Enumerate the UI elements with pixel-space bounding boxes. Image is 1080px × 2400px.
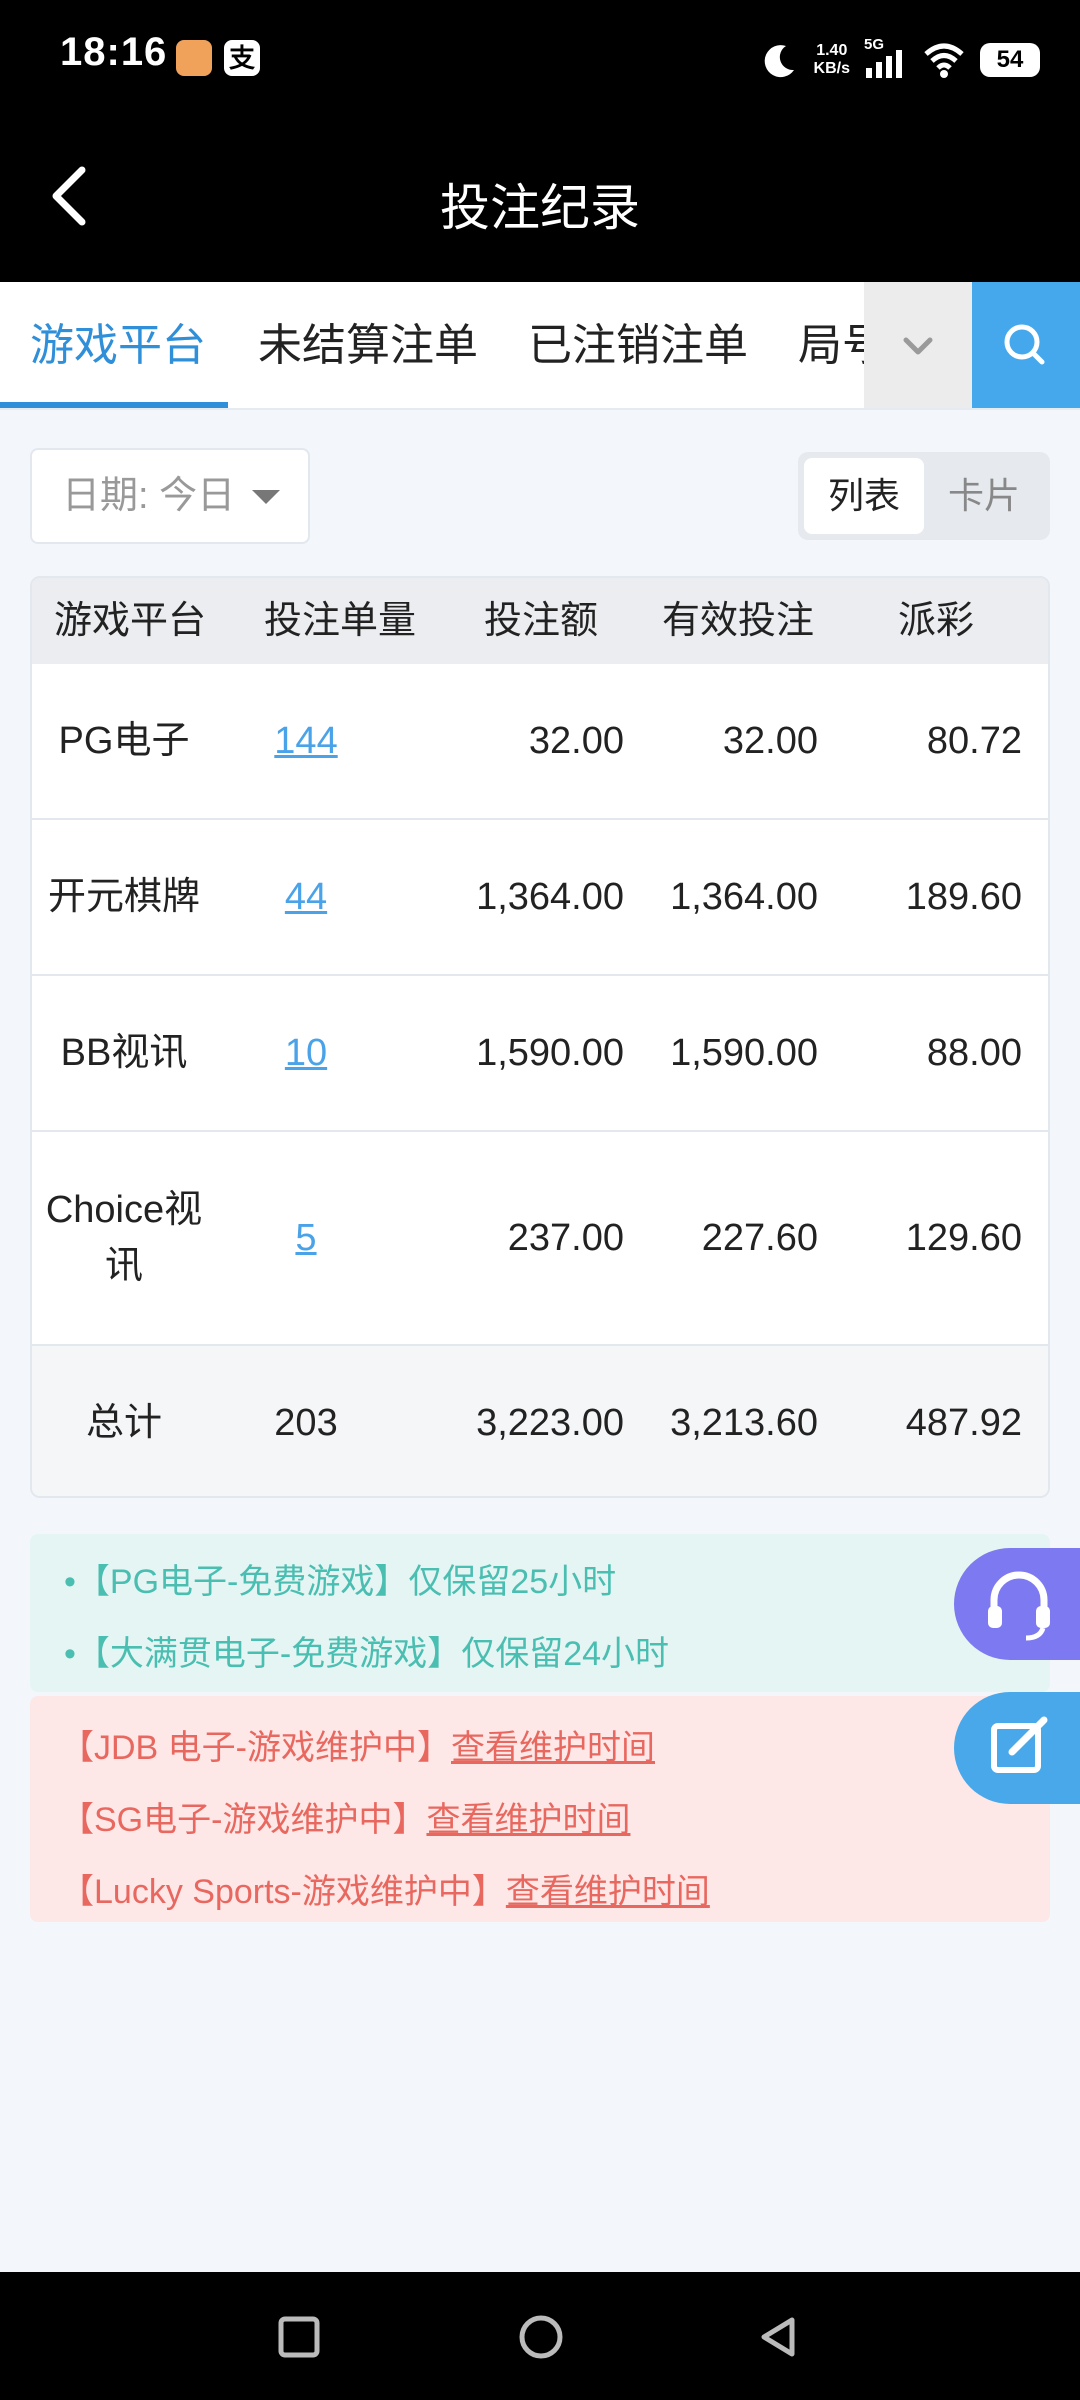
total-valid-bet: 3,213.60 <box>670 1401 818 1444</box>
search-button[interactable] <box>972 282 1080 408</box>
status-time: 18:16 <box>60 30 168 74</box>
valid-bet: 1,364.00 <box>670 875 818 918</box>
bet-count-link[interactable]: 44 <box>285 876 327 919</box>
payout: 80.72 <box>926 719 1022 762</box>
payout: 129.60 <box>905 1216 1022 1259</box>
view-toggle: 列表 卡片 <box>798 452 1050 540</box>
status-bar: 18:16 支 1.40 KB/s 5G 54 <box>0 0 1080 120</box>
table-row: Choice视讯 5 237.00 227.60 129.60 <box>32 1132 1048 1346</box>
payout: 189.60 <box>905 875 1022 918</box>
date-filter-dropdown[interactable]: 日期: 今日 <box>30 448 310 544</box>
table-row: 开元棋牌 44 1,364.00 1,364.00 189.60 <box>32 820 1048 976</box>
top-bar: 18:16 支 1.40 KB/s 5G 54 投注纪录 <box>0 0 1080 282</box>
status-right: 1.40 KB/s 5G 54 <box>760 36 1040 84</box>
total-label: 总计 <box>85 1402 162 1444</box>
net-speed: 1.40 KB/s <box>813 42 850 77</box>
total-bet-amount: 3,223.00 <box>476 1401 624 1444</box>
recent-apps-icon[interactable] <box>278 2316 320 2358</box>
cellular-signal-icon: 5G <box>864 36 908 80</box>
notice-item: •【PG电子-免费游戏】仅保留25小时 <box>64 1563 617 1601</box>
header-valid-bet: 有效投注 <box>662 600 815 642</box>
system-navigation-bar <box>0 2272 1080 2400</box>
notification-pay-icon: 支 <box>224 40 260 76</box>
moon-icon <box>764 45 794 78</box>
bet-count-link[interactable]: 144 <box>274 720 337 763</box>
view-card-button[interactable]: 卡片 <box>924 458 1044 534</box>
bet-amount: 32.00 <box>528 719 624 762</box>
bet-amount: 1,364.00 <box>476 875 624 918</box>
maintenance-item: 【Lucky Sports-游戏维护中】查看维护时间 <box>60 1873 710 1911</box>
total-payout: 487.92 <box>905 1401 1022 1444</box>
bet-count-link[interactable]: 10 <box>285 1032 327 1075</box>
bet-count-link[interactable]: 5 <box>295 1217 316 1260</box>
home-icon[interactable] <box>518 2314 564 2360</box>
table-header: 游戏平台 投注单量 投注额 有效投注 派彩 <box>32 578 1048 664</box>
tab-bar: 游戏平台 未结算注单 已注销注单 局号 <box>0 282 1080 410</box>
chevron-down-icon <box>903 337 933 355</box>
tab-cancelled[interactable]: 已注销注单 <box>528 282 748 408</box>
notification-app-icon <box>176 40 212 76</box>
platform-name: Choice视讯 <box>45 1189 203 1287</box>
wifi-icon <box>924 43 964 78</box>
free-game-notice: •【PG电子-免费游戏】仅保留25小时 •【大满贯电子-免费游戏】仅保留24小时 <box>30 1534 1050 1692</box>
active-tab-indicator <box>0 402 228 408</box>
platform-name: BB视讯 <box>60 1032 188 1074</box>
tab-unsettled[interactable]: 未结算注单 <box>258 282 478 408</box>
edit-icon <box>991 1716 1048 1773</box>
table-row: BB视讯 10 1,590.00 1,590.00 88.00 <box>32 976 1048 1132</box>
maintenance-notice: 【JDB 电子-游戏维护中】查看维护时间 【SG电子-游戏维护中】查看维护时间 … <box>30 1696 1050 1922</box>
maintenance-item: 【JDB 电子-游戏维护中】查看维护时间 <box>60 1729 655 1767</box>
date-filter-label: 日期: 今日 <box>62 475 236 517</box>
valid-bet: 227.60 <box>701 1216 818 1259</box>
search-icon <box>1004 324 1045 365</box>
feedback-button[interactable] <box>954 1692 1080 1804</box>
table-row: PG电子 144 32.00 32.00 80.72 <box>32 664 1048 820</box>
table-total-row: 总计 203 3,223.00 3,213.60 487.92 <box>32 1346 1048 1496</box>
bet-amount: 237.00 <box>507 1216 624 1259</box>
caret-down-icon <box>252 490 280 504</box>
header-bet-amount: 投注额 <box>484 600 599 642</box>
customer-service-button[interactable] <box>954 1548 1080 1660</box>
bet-summary-table: 游戏平台 投注单量 投注额 有效投注 派彩 PG电子 144 32.00 32.… <box>30 576 1050 1498</box>
header-platform: 游戏平台 <box>54 600 207 642</box>
headset-icon <box>988 1571 1050 1641</box>
header-payout: 派彩 <box>898 600 975 642</box>
header-count: 投注单量 <box>264 600 417 642</box>
view-maintenance-link[interactable]: 查看维护时间 <box>426 1801 630 1839</box>
view-maintenance-link[interactable]: 查看维护时间 <box>451 1729 655 1767</box>
battery-indicator: 54 <box>980 43 1040 77</box>
platform-name: 开元棋牌 <box>47 876 200 918</box>
page-title: 投注纪录 <box>440 180 640 236</box>
notice-item: •【大满贯电子-免费游戏】仅保留24小时 <box>64 1635 670 1673</box>
total-count: 203 <box>274 1401 338 1444</box>
tab-game-platform[interactable]: 游戏平台 <box>30 282 206 408</box>
platform-name: PG电子 <box>58 720 190 762</box>
view-maintenance-link[interactable]: 查看维护时间 <box>506 1873 710 1911</box>
bet-amount: 1,590.00 <box>476 1031 624 1074</box>
valid-bet: 1,590.00 <box>670 1031 818 1074</box>
view-list-button[interactable]: 列表 <box>804 458 924 534</box>
payout: 88.00 <box>926 1031 1022 1074</box>
maintenance-item: 【SG电子-游戏维护中】查看维护时间 <box>60 1801 631 1839</box>
more-tabs-button[interactable] <box>864 282 972 408</box>
back-icon[interactable] <box>758 2316 800 2358</box>
valid-bet: 32.00 <box>722 719 818 762</box>
